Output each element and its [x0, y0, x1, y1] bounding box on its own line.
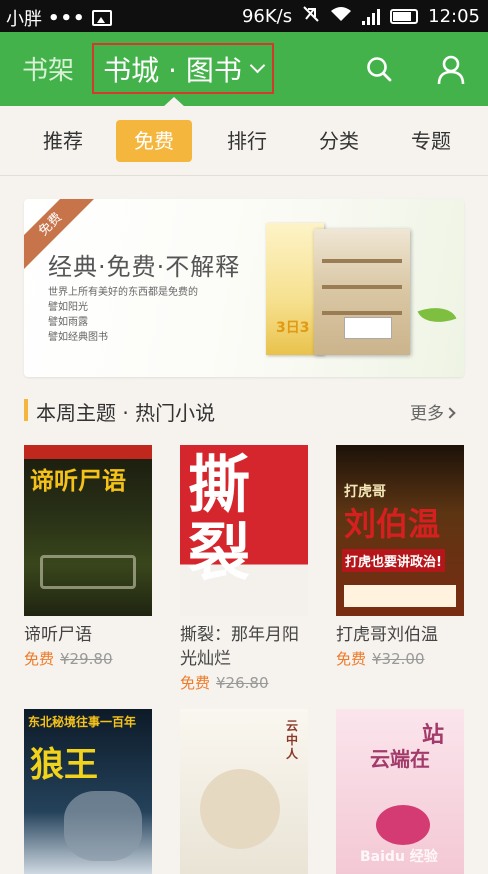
tab-ranking[interactable]: 排行 [209, 120, 285, 162]
book-cover: 打虎哥 刘伯温 打虎也要讲政治! [336, 445, 464, 616]
section-accent [24, 399, 28, 421]
banner-line: 世界上所有美好的东西都是免费的 [48, 287, 198, 298]
banner-title: 经典·免费·不解释 [48, 253, 241, 281]
cover-title-2: 云端在 [370, 747, 430, 771]
free-label: 免费 [336, 650, 367, 668]
free-label: 免费 [24, 650, 55, 668]
chevron-right-icon [444, 407, 456, 419]
book-item[interactable]: 东北秘境往事一百年 狼王 [24, 709, 152, 874]
free-label: 免费 [180, 674, 211, 692]
more-label: 更多 [410, 404, 444, 424]
book-title: 撕裂：那年月阳光灿烂 [180, 625, 299, 669]
cover-title: 打虎哥 [344, 484, 386, 500]
clock: 12:05 [428, 6, 480, 27]
cover-title: 云中人 [286, 719, 299, 761]
book-cover: 东北秘境往事一百年 狼王 [24, 709, 152, 874]
tab-topic[interactable]: 专题 [393, 120, 469, 162]
store-label: 书城 · 图书 [103, 53, 242, 87]
book-cover: 谛听尸语 [24, 445, 152, 616]
notification-dots: ••• [48, 7, 86, 29]
leaf-decoration [417, 299, 457, 331]
cover-title: 东北秘境往事一百年 [28, 715, 137, 729]
book-item[interactable]: 打虎哥 刘伯温 打虎也要讲政治! 打虎哥刘伯温 免费 ¥32.00 [336, 445, 464, 670]
cover-slogan: 打虎也要讲政治! [342, 549, 445, 572]
tab-recommend[interactable]: 推荐 [25, 120, 101, 162]
banner-book-text: 3日3 [276, 320, 310, 336]
battery-icon [390, 9, 419, 24]
book-title: 打虎哥刘伯温 [336, 625, 438, 645]
original-price: ¥26.80 [216, 674, 269, 692]
image-notification-icon [91, 10, 112, 26]
cover-title-2: 狼王 [30, 745, 98, 785]
promo-banner[interactable]: 免费 经典·免费·不解释 世界上所有美好的东西都是免费的 譬如阳光 譬如雨露 譬… [24, 199, 464, 377]
bookshelf-tab[interactable]: 书架 [22, 50, 74, 87]
book-item[interactable]: 云中人 [180, 709, 308, 874]
book-item[interactable]: 谛听尸语 谛听尸语 免费 ¥29.80 [24, 445, 152, 670]
tab-free[interactable]: 免费 [116, 120, 192, 162]
banner-line: 譬如经典图书 [48, 332, 108, 343]
original-price: ¥29.80 [60, 650, 113, 668]
search-icon[interactable] [366, 56, 392, 82]
banner-line: 譬如阳光 [48, 302, 88, 313]
user-icon[interactable] [437, 55, 465, 85]
cover-title: 谛听尸语 [30, 467, 126, 495]
cover-title: 撕裂 [188, 448, 251, 589]
carrier-label: 小胖 [6, 9, 42, 30]
banner-book-cover [314, 229, 410, 355]
book-title: 谛听尸语 [24, 625, 92, 645]
chevron-down-icon [249, 57, 266, 74]
book-price: 免费 ¥32.00 [336, 648, 464, 670]
tab-category[interactable]: 分类 [301, 120, 377, 162]
book-item[interactable]: 撕裂 撕裂：那年月阳光灿烂 免费 ¥26.80 [180, 445, 308, 694]
original-price: ¥32.00 [372, 650, 425, 668]
mute-icon [302, 5, 320, 28]
book-cover: 云中人 [180, 709, 308, 874]
book-price: 免费 ¥26.80 [180, 672, 308, 694]
banner-text: 世界上所有美好的东西都是免费的 譬如阳光 譬如雨露 譬如经典图书 [48, 285, 198, 345]
watermark: Baidu 经验 [360, 849, 438, 865]
app-header: 书架 书城 · 图书 [0, 32, 488, 106]
store-dropdown[interactable]: 书城 · 图书 [92, 43, 274, 94]
book-price: 免费 ¥29.80 [24, 648, 152, 670]
network-speed: 96K/s [241, 6, 293, 27]
signal-icon [362, 8, 381, 25]
status-bar: 小胖 ••• 96K/s 12:05 [0, 0, 488, 32]
book-cover: 撕裂 [180, 445, 308, 616]
section-title: 本周主题 · 热门小说 [36, 401, 216, 425]
more-link[interactable]: 更多 [410, 399, 456, 424]
cover-title-2: 刘伯温 [344, 505, 441, 543]
banner-line: 譬如雨露 [48, 317, 88, 328]
wifi-icon [330, 6, 352, 27]
category-tabs: 推荐 免费 排行 分类 专题 [0, 106, 488, 176]
